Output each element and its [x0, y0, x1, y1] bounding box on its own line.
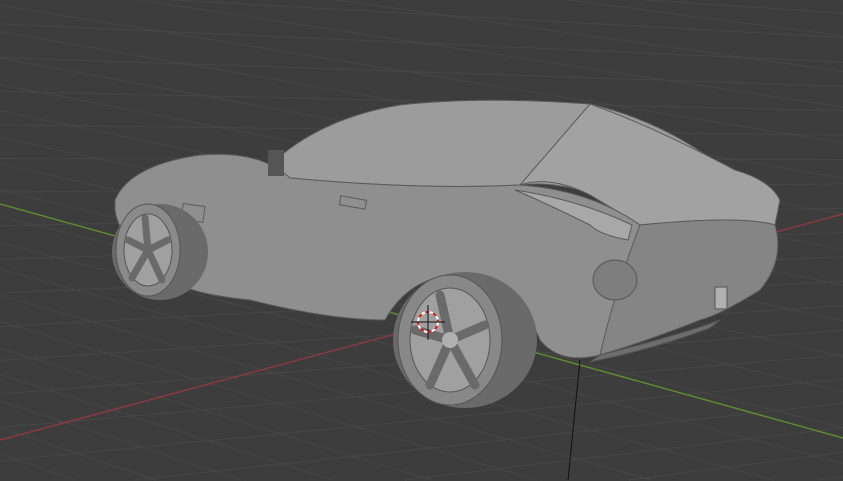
front-wheel	[112, 203, 208, 300]
exhaust	[714, 286, 728, 310]
grid-line	[645, 0, 843, 14]
grid-line	[0, 347, 432, 481]
grid-line	[0, 426, 156, 481]
grid-line	[628, 451, 843, 481]
tail-light	[592, 259, 638, 301]
rear-wheel	[393, 272, 537, 408]
grid-line	[567, 0, 843, 37]
grid-line	[138, 0, 843, 108]
3d-viewport[interactable]	[0, 0, 843, 481]
grid-line	[135, 402, 843, 481]
viewport-canvas[interactable]	[0, 0, 843, 481]
car-model[interactable]	[112, 99, 781, 408]
grid-line	[171, 0, 843, 39]
grid-line	[818, 476, 843, 481]
side-mirror	[268, 150, 284, 176]
grid-line	[336, 0, 843, 72]
grid-line	[0, 57, 843, 87]
